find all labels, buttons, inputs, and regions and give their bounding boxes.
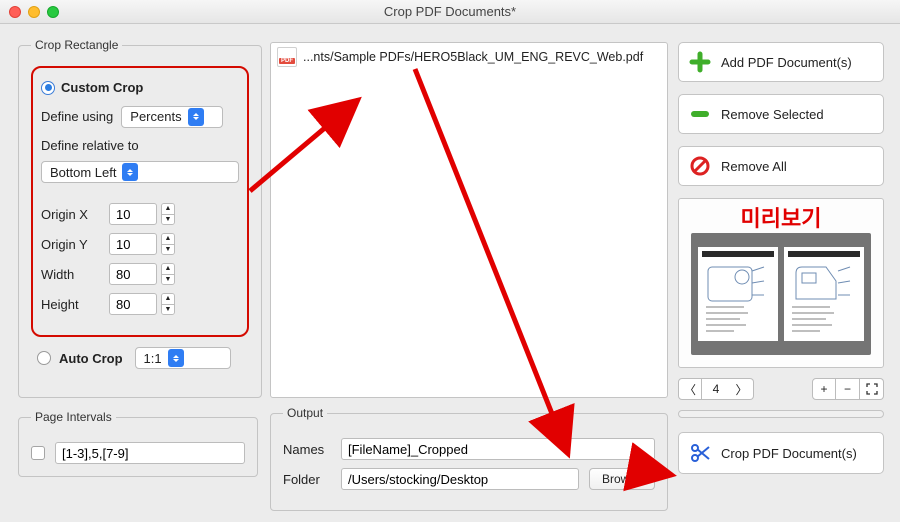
titlebar: Crop PDF Documents*	[0, 0, 900, 24]
width-input[interactable]	[109, 263, 157, 285]
plus-icon	[689, 51, 711, 73]
page-intervals-group: Page Intervals	[18, 410, 258, 477]
output-group: Output Names Folder Browse	[270, 406, 668, 511]
pdf-icon: PDF	[277, 47, 297, 67]
define-relative-select[interactable]: Bottom Left	[41, 161, 239, 183]
add-pdf-button[interactable]: Add PDF Document(s)	[678, 42, 884, 82]
file-list[interactable]: PDF ...nts/Sample PDFs/HERO5Black_UM_ENG…	[270, 42, 668, 398]
remove-all-button[interactable]: Remove All	[678, 146, 884, 186]
origin-y-label: Origin Y	[41, 237, 101, 252]
scissors-icon	[689, 442, 711, 464]
define-using-select[interactable]: Percents	[121, 106, 223, 128]
chevron-updown-icon	[188, 108, 204, 126]
folder-label: Folder	[283, 472, 331, 487]
chevron-updown-icon	[122, 163, 138, 181]
height-input[interactable]	[109, 293, 157, 315]
width-label: Width	[41, 267, 101, 282]
page-nav: 〈 4 〉	[678, 378, 754, 400]
auto-crop-radio[interactable]	[37, 351, 51, 365]
define-relative-label: Define relative to	[41, 138, 239, 153]
preview-label: 미리보기	[679, 201, 883, 233]
crop-rectangle-group: Crop Rectangle Custom Crop Define using …	[18, 38, 262, 398]
origin-y-stepper[interactable]: ▲▼	[161, 233, 175, 255]
origin-x-input[interactable]	[109, 203, 157, 225]
page-number: 4	[702, 378, 730, 400]
page-intervals-checkbox[interactable]	[31, 446, 45, 460]
browse-button[interactable]: Browse	[589, 468, 655, 490]
auto-crop-label: Auto Crop	[59, 351, 123, 366]
page-intervals-input[interactable]	[55, 442, 245, 464]
height-stepper[interactable]: ▲▼	[161, 293, 175, 315]
crop-pdf-button[interactable]: Crop PDF Document(s)	[678, 432, 884, 474]
custom-crop-label: Custom Crop	[61, 80, 143, 95]
height-label: Height	[41, 297, 101, 312]
preview-pane: 미리보기	[678, 198, 884, 368]
chevron-updown-icon	[168, 349, 184, 367]
window-title: Crop PDF Documents*	[0, 4, 900, 19]
zoom-in-button[interactable]: +	[812, 378, 836, 400]
custom-crop-highlight: Custom Crop Define using Percents Define…	[31, 66, 249, 337]
prev-page-button[interactable]: 〈	[678, 378, 702, 400]
folder-input[interactable]	[341, 468, 579, 490]
custom-crop-radio[interactable]	[41, 81, 55, 95]
prohibit-icon	[689, 155, 711, 177]
file-list-row[interactable]: PDF ...nts/Sample PDFs/HERO5Black_UM_ENG…	[271, 43, 667, 71]
zoom-out-button[interactable]: −	[836, 378, 860, 400]
auto-crop-ratio-select[interactable]: 1:1	[135, 347, 231, 369]
zoom-controls: + −	[812, 378, 884, 400]
fullscreen-button[interactable]	[860, 378, 884, 400]
crop-rectangle-legend: Crop Rectangle	[31, 38, 122, 52]
names-label: Names	[283, 442, 331, 457]
next-page-button[interactable]: 〉	[730, 378, 754, 400]
preview-scrollbar[interactable]	[678, 410, 884, 418]
minus-icon	[689, 103, 711, 125]
remove-selected-button[interactable]: Remove Selected	[678, 94, 884, 134]
define-using-label: Define using	[41, 109, 113, 124]
output-legend: Output	[283, 406, 327, 420]
origin-x-stepper[interactable]: ▲▼	[161, 203, 175, 225]
file-name: ...nts/Sample PDFs/HERO5Black_UM_ENG_REV…	[303, 50, 643, 64]
origin-x-label: Origin X	[41, 207, 101, 222]
page-intervals-legend: Page Intervals	[31, 410, 116, 424]
names-input[interactable]	[341, 438, 655, 460]
width-stepper[interactable]: ▲▼	[161, 263, 175, 285]
origin-y-input[interactable]	[109, 233, 157, 255]
